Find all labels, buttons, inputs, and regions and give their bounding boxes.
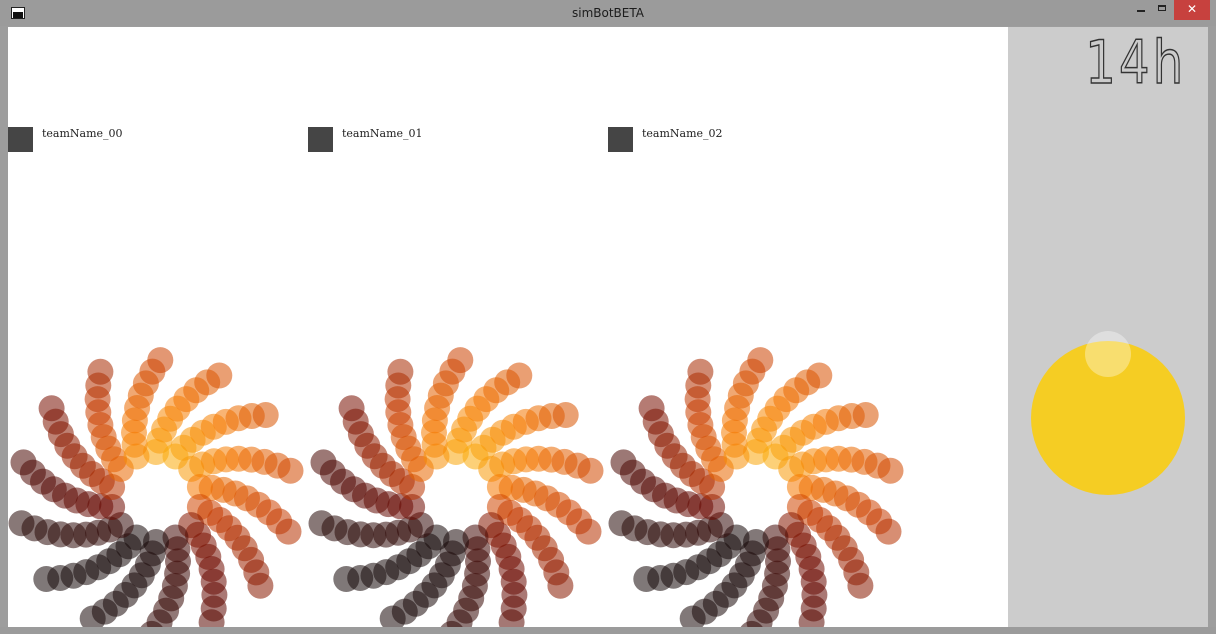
bot-dot	[506, 362, 533, 389]
side-panel: 14h	[1008, 27, 1208, 627]
bot-dot	[577, 457, 604, 484]
bot-dot	[310, 449, 337, 476]
minimize-button[interactable]	[1130, 0, 1154, 20]
simulation-canvas[interactable]: teamName_00 teamName_01 teamName_02	[8, 27, 1008, 627]
close-icon: ✕	[1186, 2, 1198, 16]
team-name-label: teamName_00	[42, 127, 123, 140]
team-0-bot-swarm	[8, 347, 304, 627]
window-bottom-border	[0, 627, 1216, 634]
team-color-swatch	[308, 127, 333, 152]
window-title: simBotBETA	[572, 6, 644, 20]
bot-dot	[247, 572, 274, 599]
team-name-label: teamName_01	[342, 127, 423, 140]
bot-dot	[38, 395, 65, 422]
bot-dot	[33, 566, 60, 592]
bot-dot	[608, 510, 635, 537]
team-color-swatch	[608, 127, 633, 152]
bot-dot	[252, 402, 279, 428]
bot-dot	[387, 358, 414, 385]
bot-dot	[875, 518, 902, 545]
bot-dot	[447, 347, 474, 374]
bot-dot	[847, 572, 874, 599]
close-button[interactable]: ✕	[1174, 0, 1210, 20]
bot-dot	[206, 362, 233, 389]
bot-dot	[10, 449, 37, 476]
bot-dot	[147, 347, 174, 374]
bot-dot	[333, 566, 360, 592]
bot-dot	[338, 395, 365, 422]
bot-dot	[547, 572, 574, 599]
bot-dot	[638, 395, 665, 422]
bot-dot	[877, 457, 904, 484]
team-2-bot-swarm	[608, 347, 904, 627]
time-of-day-clock: 14h	[1084, 28, 1186, 98]
bot-dot	[687, 358, 714, 385]
team-name-label: teamName_02	[642, 127, 723, 140]
bot-dot	[633, 566, 660, 592]
bot-dot	[747, 347, 774, 374]
bot-dot	[575, 518, 602, 545]
bot-dot	[852, 402, 879, 428]
bot-dot	[552, 402, 579, 428]
bot-dot	[275, 518, 302, 545]
bot-dot	[610, 449, 637, 476]
team-1-bot-swarm	[308, 347, 604, 627]
bot-dot	[8, 510, 35, 537]
bot-dot	[806, 362, 833, 389]
maximize-button[interactable]	[1154, 0, 1172, 20]
bot-dot	[87, 358, 114, 385]
sun-highlight	[1085, 331, 1131, 377]
team-color-swatch	[8, 127, 33, 152]
bot-dot	[277, 457, 304, 484]
title-bar[interactable]: simBotBETA ✕	[0, 0, 1216, 26]
bot-dot	[308, 510, 335, 537]
